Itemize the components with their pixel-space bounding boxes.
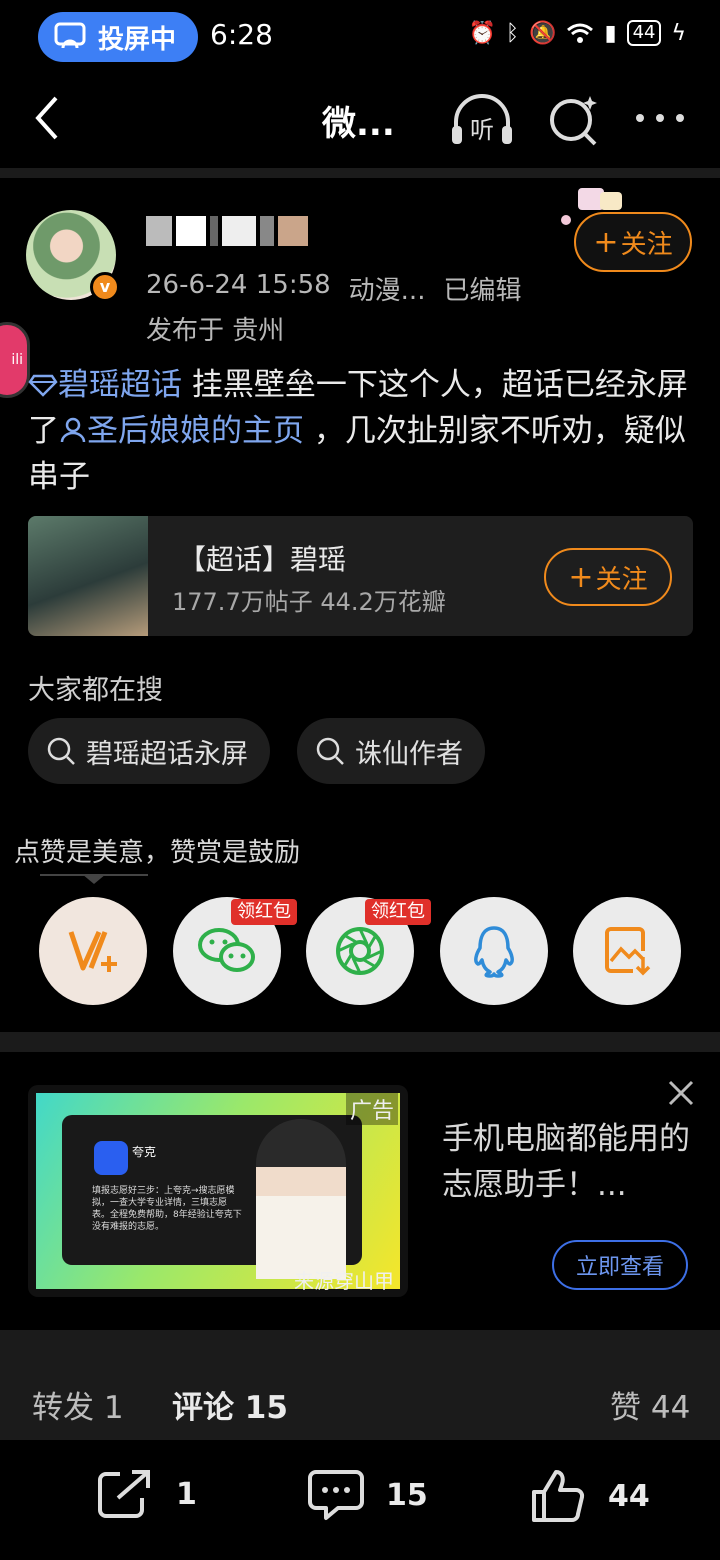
status-time: 6:28 <box>210 18 273 51</box>
user-link[interactable]: 圣后娘娘的主页 <box>59 413 304 449</box>
tab-comment[interactable]: 评论 15 <box>172 1382 288 1427</box>
comment-icon <box>308 1470 364 1520</box>
bluetooth-icon: ᛒ <box>505 20 520 46</box>
search-chip-label: 诛仙作者 <box>355 738 463 770</box>
post-location: 发布于 贵州 <box>146 316 285 346</box>
status-icons: ⏰ ᛒ 🔕 ▮ 44 ϟ <box>468 20 686 46</box>
topic-link[interactable]: 碧瑶超话 <box>28 367 182 403</box>
moments-icon <box>336 927 384 975</box>
tab-like[interactable]: 赞 44 <box>610 1382 690 1427</box>
verified-badge-icon: v <box>90 272 120 302</box>
ad-fine-print: 填报志愿好三步：上夸克→搜志愿模拟，一查大学专业详情，三填志愿表。全程免费帮助，… <box>92 1186 242 1232</box>
reward-button[interactable] <box>39 897 147 1005</box>
topic-title: 【超话】碧瑶 <box>178 543 347 576</box>
ad-app-name: 夸克 <box>132 1145 157 1159</box>
tab-repost[interactable]: 转发 1 <box>32 1382 124 1427</box>
plus-icon: + <box>568 559 594 595</box>
user-icon <box>60 417 86 443</box>
user-link-label: 圣后娘娘的主页 <box>87 413 304 449</box>
section-divider <box>0 1032 720 1052</box>
follow-author-button[interactable]: + 关注 <box>574 212 692 272</box>
ad-badge: 广告 <box>346 1093 399 1125</box>
comment-count: 15 <box>386 1477 428 1513</box>
topic-thumbnail <box>28 516 148 636</box>
ad-source: 来源穿山甲 <box>294 1269 394 1293</box>
qq-icon <box>474 926 514 978</box>
nav-divider <box>0 168 720 178</box>
search-chip[interactable]: 碧瑶超话永屏 <box>28 718 270 784</box>
topic-stats: 177.7万帖子 44.2万花瓣 <box>172 588 446 616</box>
post-source[interactable]: 动漫... <box>349 270 426 307</box>
cast-icon <box>54 22 86 49</box>
author-name-redacted[interactable] <box>146 216 308 246</box>
diamond-icon <box>28 374 58 397</box>
reward-v-plus-icon <box>68 930 117 972</box>
listen-label: 听 <box>470 116 494 144</box>
battery-level: 44 <box>626 20 662 46</box>
ad-headline[interactable]: 手机电脑都能用的志愿助手！... <box>442 1116 692 1208</box>
comment-action[interactable]: 15 <box>308 1468 428 1522</box>
search-icon <box>316 737 344 765</box>
close-icon[interactable] <box>666 1078 696 1108</box>
hint-pointer <box>82 874 106 884</box>
screen-cast-indicator[interactable]: 投屏中 <box>38 12 198 62</box>
topic-follow-label: 关注 <box>595 564 648 595</box>
like-action[interactable]: 44 <box>530 1468 650 1524</box>
post-content: 碧瑶超话 挂黑壁垒一下这个人，超话已经永屏了 圣后娘娘的主页 ，几次扯别家不听劝，… <box>28 362 700 500</box>
repost-action[interactable]: 1 <box>96 1468 197 1520</box>
back-icon[interactable] <box>28 92 68 144</box>
ad-thumbnail[interactable]: 夸克 填报志愿好三步：上夸克→搜志愿模拟，一查大学专业详情，三填志愿表。全程免费… <box>28 1085 408 1297</box>
save-image-button[interactable] <box>573 897 681 1005</box>
post-time: 26-6-24 15:58 <box>146 270 331 300</box>
red-packet-tag: 领红包 <box>231 899 297 925</box>
edited-label[interactable]: 已编辑 <box>443 270 521 307</box>
post-meta: 26-6-24 15:58 动漫... 已编辑 <box>146 270 521 307</box>
more-icon[interactable] <box>634 100 686 136</box>
super-topic-card[interactable]: 【超话】碧瑶 177.7万帖子 44.2万花瓣 + 关注 <box>28 516 693 636</box>
trending-search-title: 大家都在搜 <box>28 675 163 706</box>
ad-cta-button[interactable]: 立即查看 <box>552 1240 688 1290</box>
alarm-icon: ⏰ <box>468 20 496 46</box>
repost-icon <box>98 1470 150 1518</box>
follow-label: 关注 <box>620 229 673 260</box>
share-qq-button[interactable] <box>440 897 548 1005</box>
repost-count: 1 <box>176 1476 197 1512</box>
search-chip-label: 碧瑶超话永屏 <box>86 738 248 770</box>
wifi-icon <box>567 23 594 43</box>
ad-presenter-image <box>256 1119 346 1279</box>
save-image-icon <box>605 927 651 976</box>
ad-app-logo <box>94 1141 128 1175</box>
thumbs-up-icon <box>532 1470 585 1522</box>
plus-icon: + <box>593 224 619 260</box>
page-title: 微... <box>322 104 395 144</box>
side-floating-tab[interactable]: ili <box>0 322 30 398</box>
charging-icon: ϟ <box>671 20 686 46</box>
wechat-icon <box>198 928 255 972</box>
share-hint: 点赞是美意，赞赏是鼓励 <box>14 838 301 868</box>
search-icon[interactable] <box>546 92 602 148</box>
like-count: 44 <box>608 1478 650 1514</box>
cast-label: 投屏中 <box>98 24 177 55</box>
topic-link-label: 碧瑶超话 <box>58 367 182 403</box>
search-chip[interactable]: 诛仙作者 <box>297 718 485 784</box>
red-packet-tag: 领红包 <box>365 899 431 925</box>
listen-icon[interactable]: 听 <box>448 92 516 148</box>
follow-topic-button[interactable]: + 关注 <box>544 548 672 606</box>
search-icon <box>47 737 75 765</box>
mute-icon: 🔕 <box>529 20 557 46</box>
sim-alert-icon: ▮ <box>604 20 617 46</box>
